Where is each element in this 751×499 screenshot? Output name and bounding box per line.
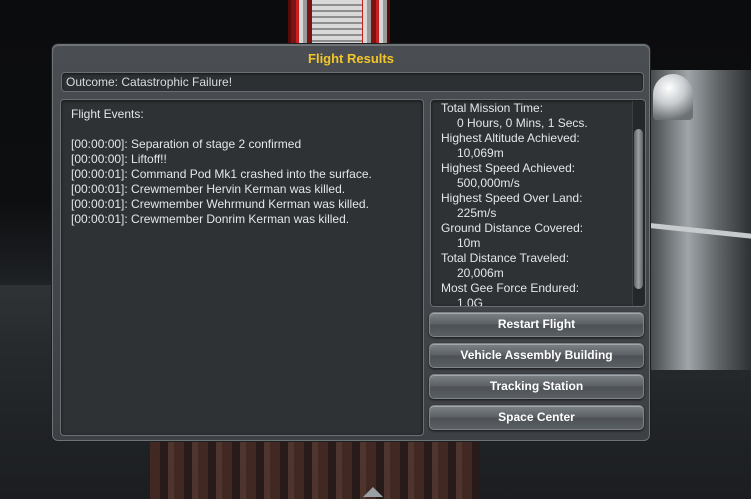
stat-value-highest-altitude: 10,069m <box>457 146 504 160</box>
stat-label-highest-speed: Highest Speed Achieved: <box>441 161 576 175</box>
stat-label-gee-force: Most Gee Force Endured: <box>441 281 580 295</box>
stats-scrollbar-thumb[interactable] <box>634 129 643 289</box>
expand-arrow-icon[interactable] <box>363 487 383 497</box>
stat-label-speed-over-land: Highest Speed Over Land: <box>441 191 583 205</box>
stat-value-speed-over-land: 225m/s <box>457 206 497 220</box>
launch-tower-cap <box>653 74 693 120</box>
exhaust-debris <box>150 440 480 499</box>
stat-value-highest-speed: 500,000m/s <box>457 176 520 190</box>
stat-value-total-distance: 20,006m <box>457 266 504 280</box>
event-line: [00:00:01]: Crewmember Donrim Kerman was… <box>71 212 350 226</box>
space-center-button[interactable]: Space Center <box>429 405 644 430</box>
stat-value-ground-distance: 10m <box>457 236 481 250</box>
flight-events-title: Flight Events: <box>71 107 144 121</box>
outcome-field: Outcome: Catastrophic Failure! <box>61 72 644 92</box>
stat-label-total-distance: Total Distance Traveled: <box>441 251 570 265</box>
rocket-core <box>312 0 362 46</box>
stat-label-ground-distance: Ground Distance Covered: <box>441 221 584 235</box>
event-line: [00:00:00]: Separation of stage 2 confir… <box>71 137 302 151</box>
event-line: [00:00:01]: Crewmember Wehrmund Kerman w… <box>71 197 369 211</box>
event-line: [00:00:01]: Crewmember Hervin Kerman was… <box>71 182 346 196</box>
stat-value-gee-force: 1.0G <box>457 296 484 307</box>
stat-label-highest-altitude: Highest Altitude Achieved: <box>441 131 580 145</box>
event-line: [00:00:00]: Liftoff!! <box>71 152 167 166</box>
restart-flight-button[interactable]: Restart Flight <box>429 312 644 337</box>
mission-stats-panel[interactable]: Total Mission Time: 0 Hours, 0 Mins, 1 S… <box>430 99 646 307</box>
flight-events-panel: Flight Events: [00:00:00]: Separation of… <box>60 99 424 436</box>
dialog-title: Flight Results <box>308 51 394 66</box>
mission-stats-list: Total Mission Time: 0 Hours, 0 Mins, 1 S… <box>441 100 627 307</box>
flight-results-dialog: Flight Results Outcome: Catastrophic Fai… <box>52 44 650 441</box>
event-line: [00:00:01]: Command Pod Mk1 crashed into… <box>71 167 372 181</box>
tracking-station-button[interactable]: Tracking Station <box>429 374 644 399</box>
stats-scrollbar[interactable] <box>632 101 644 305</box>
stat-label-mission-time: Total Mission Time: <box>441 101 544 115</box>
vehicle-assembly-building-button[interactable]: Vehicle Assembly Building <box>429 343 644 368</box>
stat-value-mission-time: 0 Hours, 0 Mins, 1 Secs. <box>457 116 588 130</box>
